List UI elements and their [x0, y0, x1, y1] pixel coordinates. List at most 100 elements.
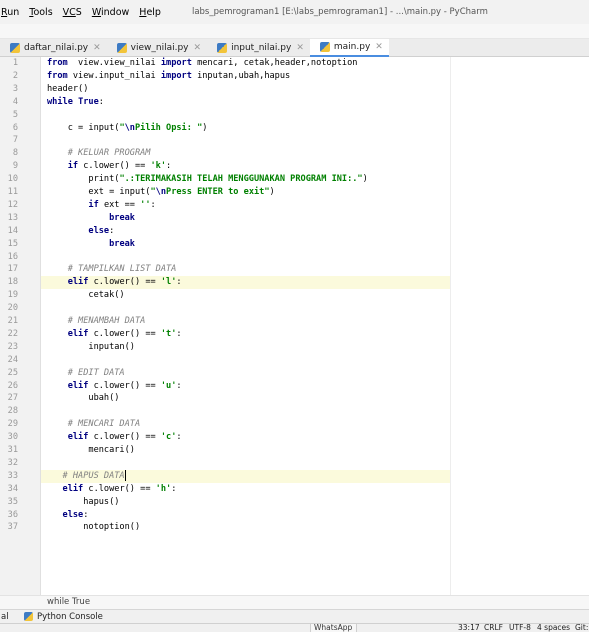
- line-number[interactable]: 21: [0, 315, 18, 328]
- line-number[interactable]: 8: [0, 147, 18, 160]
- menu-window[interactable]: Window: [87, 7, 134, 18]
- whatsapp-taskbar-item[interactable]: WhatsApp: [310, 623, 357, 632]
- line-number[interactable]: 3: [0, 83, 18, 96]
- code-line[interactable]: 31 mencari(): [0, 444, 589, 457]
- line-number[interactable]: 26: [0, 380, 18, 393]
- line-number[interactable]: 30: [0, 431, 18, 444]
- indent-setting[interactable]: 4 spaces: [537, 623, 570, 632]
- line-number[interactable]: 17: [0, 263, 18, 276]
- menu-run[interactable]: Run: [0, 7, 24, 18]
- line-number[interactable]: 14: [0, 225, 18, 238]
- code-line[interactable]: 3 header(): [0, 83, 589, 96]
- code-line[interactable]: 28: [0, 405, 589, 418]
- close-icon[interactable]: ✕: [194, 43, 202, 53]
- code-line[interactable]: 1 from view.view_nilai import mencari, ce…: [0, 57, 589, 70]
- tab-input-nilai[interactable]: input_nilai.py ✕: [207, 39, 310, 57]
- code-line[interactable]: 4 while True:: [0, 96, 589, 109]
- line-number[interactable]: 29: [0, 418, 18, 431]
- close-icon[interactable]: ✕: [375, 42, 383, 52]
- code-line[interactable]: 20: [0, 302, 589, 315]
- line-number[interactable]: 1: [0, 57, 18, 70]
- code-line[interactable]: 19 cetak(): [0, 289, 589, 302]
- code-line[interactable]: 25 # EDIT DATA: [0, 367, 589, 380]
- line-number[interactable]: 4: [0, 96, 18, 109]
- code-line[interactable]: 33 # HAPUS DATA: [0, 469, 589, 483]
- code-line[interactable]: 9 if c.lower() == 'k':: [0, 160, 589, 173]
- code-line[interactable]: 30 elif c.lower() == 'c':: [0, 431, 589, 444]
- line-number[interactable]: 35: [0, 496, 18, 509]
- code-line[interactable]: 6 c = input("\nPilih Opsi: "): [0, 122, 589, 135]
- code-text: elif c.lower() == 'l':: [47, 276, 182, 289]
- code-line[interactable]: 12 if ext == '':: [0, 199, 589, 212]
- code-line[interactable]: 14 else:: [0, 225, 589, 238]
- line-number[interactable]: 15: [0, 238, 18, 251]
- close-icon[interactable]: ✕: [296, 43, 304, 53]
- code-line[interactable]: 10 print(".:TERIMAKASIH TELAH MENGGUNAKA…: [0, 173, 589, 186]
- line-number[interactable]: 25: [0, 367, 18, 380]
- code-line[interactable]: 15 break: [0, 238, 589, 251]
- line-number[interactable]: 23: [0, 341, 18, 354]
- code-line[interactable]: 17 # TAMPILKAN LIST DATA: [0, 263, 589, 276]
- line-number[interactable]: 6: [0, 122, 18, 135]
- line-separator[interactable]: CRLF: [484, 623, 503, 632]
- file-encoding[interactable]: UTF-8: [509, 623, 531, 632]
- code-line[interactable]: 27 ubah(): [0, 392, 589, 405]
- menu-help[interactable]: Help: [134, 7, 166, 18]
- code-line[interactable]: 22 elif c.lower() == 't':: [0, 328, 589, 341]
- code-line[interactable]: 21 # MENAMBAH DATA: [0, 315, 589, 328]
- code-line[interactable]: 5: [0, 109, 589, 122]
- tool-window-tab-cut[interactable]: al: [0, 612, 16, 622]
- line-number[interactable]: 22: [0, 328, 18, 341]
- close-icon[interactable]: ✕: [93, 43, 101, 53]
- tab-view-nilai[interactable]: view_nilai.py ✕: [107, 39, 207, 57]
- code-line[interactable]: 8 # KELUAR PROGRAM: [0, 147, 589, 160]
- line-number[interactable]: 2: [0, 70, 18, 83]
- line-number[interactable]: 31: [0, 444, 18, 457]
- line-number[interactable]: 37: [0, 521, 18, 534]
- code-line[interactable]: 16: [0, 251, 589, 264]
- code-line[interactable]: 26 elif c.lower() == 'u':: [0, 380, 589, 393]
- line-number[interactable]: 20: [0, 302, 18, 315]
- menu-vcs[interactable]: VCS: [58, 7, 87, 18]
- line-number[interactable]: 13: [0, 212, 18, 225]
- python-console-tab[interactable]: Python Console: [24, 612, 103, 622]
- vcs-branch[interactable]: Git:: [575, 623, 588, 632]
- line-number[interactable]: 36: [0, 509, 18, 522]
- line-number[interactable]: 24: [0, 354, 18, 367]
- menu-tools[interactable]: Tools: [24, 7, 57, 18]
- caret-position[interactable]: 33:17: [458, 623, 480, 632]
- code-line[interactable]: 32: [0, 457, 589, 470]
- tab-daftar-nilai[interactable]: daftar_nilai.py ✕: [0, 39, 107, 57]
- line-number[interactable]: 18: [0, 276, 18, 289]
- breadcrumb[interactable]: while True: [0, 595, 589, 609]
- code-line[interactable]: 35 hapus(): [0, 496, 589, 509]
- tab-main[interactable]: main.py ✕: [309, 39, 389, 57]
- line-number[interactable]: 33: [0, 470, 18, 483]
- line-number[interactable]: 12: [0, 199, 18, 212]
- line-number[interactable]: 11: [0, 186, 18, 199]
- breadcrumb-item[interactable]: while True: [47, 597, 90, 607]
- line-number[interactable]: 10: [0, 173, 18, 186]
- line-number[interactable]: 32: [0, 457, 18, 470]
- code-line[interactable]: 34 elif c.lower() == 'h':: [0, 483, 589, 496]
- line-number[interactable]: 7: [0, 134, 18, 147]
- line-number[interactable]: 34: [0, 483, 18, 496]
- code-line[interactable]: 36 else:: [0, 509, 589, 522]
- line-number[interactable]: 19: [0, 289, 18, 302]
- line-number[interactable]: 5: [0, 109, 18, 122]
- line-number[interactable]: 28: [0, 405, 18, 418]
- code-line[interactable]: 11 ext = input("\nPress ENTER to exit"): [0, 186, 589, 199]
- string-token: 'l': [160, 277, 177, 288]
- code-line[interactable]: 2 from view.input_nilai import inputan,ub…: [0, 70, 589, 83]
- code-line[interactable]: 7: [0, 134, 589, 147]
- code-line[interactable]: 23 inputan(): [0, 341, 589, 354]
- code-line[interactable]: 37 notoption(): [0, 521, 589, 534]
- code-line[interactable]: 24: [0, 354, 589, 367]
- code-line[interactable]: 13 break: [0, 212, 589, 225]
- code-line[interactable]: 29 # MENCARI DATA: [0, 418, 589, 431]
- code-line[interactable]: 18 elif c.lower() == 'l':: [0, 276, 589, 290]
- line-number[interactable]: 16: [0, 251, 18, 264]
- line-number[interactable]: 27: [0, 392, 18, 405]
- line-number[interactable]: 9: [0, 160, 18, 173]
